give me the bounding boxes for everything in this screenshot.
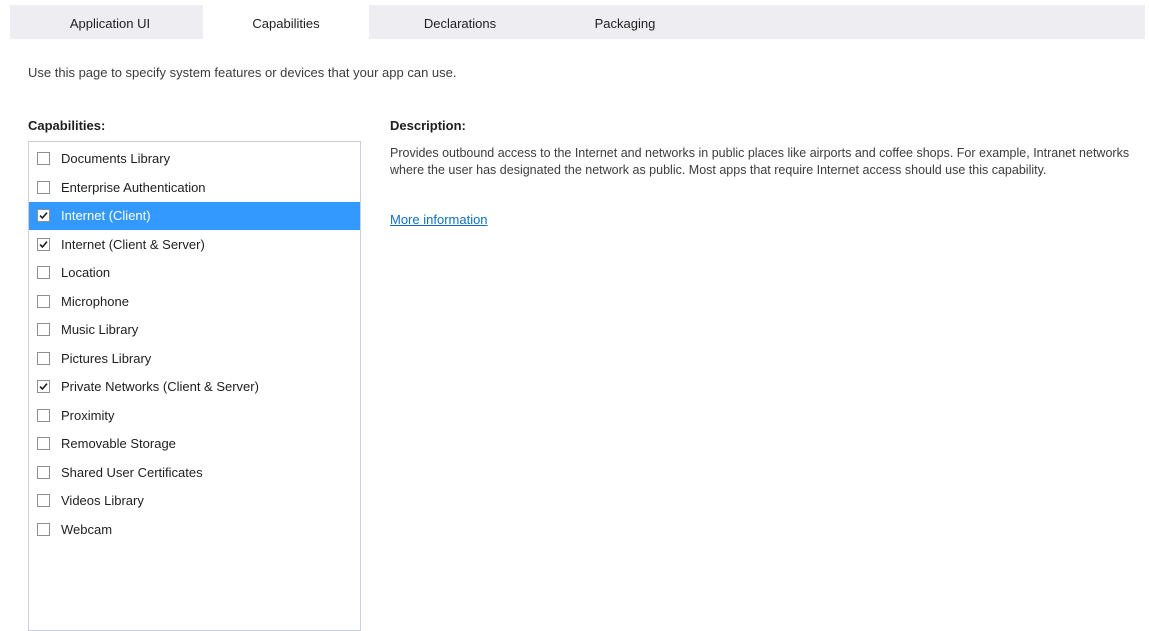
capability-label: Videos Library [61, 493, 144, 508]
capability-label: Location [61, 265, 111, 280]
capability-label: Internet (Client) [61, 208, 151, 223]
capability-label: Pictures Library [61, 350, 152, 366]
tab-capabilities[interactable]: Capabilities [203, 5, 369, 39]
capability-item[interactable]: Documents Library [29, 145, 360, 173]
tab-declarations[interactable]: Declarations [380, 5, 540, 39]
checked-checkbox-icon[interactable] [37, 237, 50, 251]
capability-item[interactable]: Internet (Client & Server) [29, 231, 360, 259]
capability-label: Internet (Client & Server) [61, 236, 205, 252]
capability-item[interactable]: Videos Library [29, 487, 360, 515]
capability-label: Private Networks (Client & Server) [61, 379, 259, 394]
capability-item[interactable]: Location [29, 259, 360, 287]
capability-label: Webcam [61, 521, 113, 537]
capabilities-heading: Capabilities: [28, 118, 106, 133]
capability-item[interactable]: Webcam [29, 516, 360, 544]
checkbox-icon[interactable] [37, 323, 50, 336]
checkbox-icon[interactable] [37, 522, 50, 536]
checkbox-icon[interactable] [37, 266, 50, 279]
capability-label: Proximity [61, 407, 115, 423]
checkbox-icon[interactable] [37, 152, 50, 165]
capability-label: Removable Storage [61, 436, 176, 451]
capability-label: Music Library [61, 322, 139, 337]
capability-item[interactable]: Private Networks (Client & Server) [29, 373, 360, 401]
capability-item[interactable]: Enterprise Authentication [29, 174, 360, 202]
capability-item[interactable]: Pictures Library [29, 345, 360, 373]
tab-strip: Application UI Capabilities Declarations… [10, 5, 1145, 39]
checkbox-icon[interactable] [37, 180, 50, 194]
checkbox-icon[interactable] [37, 294, 50, 308]
capability-item[interactable]: Internet (Client) [29, 202, 360, 230]
checkbox-icon[interactable] [37, 494, 50, 507]
capability-item[interactable]: Proximity [29, 402, 360, 430]
capability-label: Documents Library [61, 151, 171, 166]
description-heading: Description: [390, 118, 466, 133]
capability-label: Microphone [61, 293, 129, 309]
more-information-link[interactable]: More information [390, 212, 488, 227]
description-text: Provides outbound access to the Internet… [390, 146, 1130, 177]
capability-item[interactable]: Removable Storage [29, 430, 360, 458]
tab-application-ui[interactable]: Application UI [20, 5, 200, 39]
capability-item[interactable]: Music Library [29, 316, 360, 344]
capability-label: Enterprise Authentication [61, 179, 206, 195]
page-intro-text: Use this page to specify system features… [28, 65, 457, 80]
capabilities-list[interactable]: Documents Library Enterprise Authenticati… [28, 141, 361, 631]
checkbox-icon[interactable] [37, 465, 50, 479]
checkbox-icon[interactable] [37, 351, 50, 365]
checked-checkbox-icon[interactable] [37, 209, 50, 222]
capability-label: Shared User Certificates [61, 464, 203, 480]
tab-packaging[interactable]: Packaging [550, 5, 700, 39]
capability-item[interactable]: Shared User Certificates [29, 459, 360, 487]
capability-item[interactable]: Microphone [29, 288, 360, 316]
checked-checkbox-icon[interactable] [37, 380, 50, 393]
checkbox-icon[interactable] [37, 408, 50, 422]
checkbox-icon[interactable] [37, 437, 50, 450]
